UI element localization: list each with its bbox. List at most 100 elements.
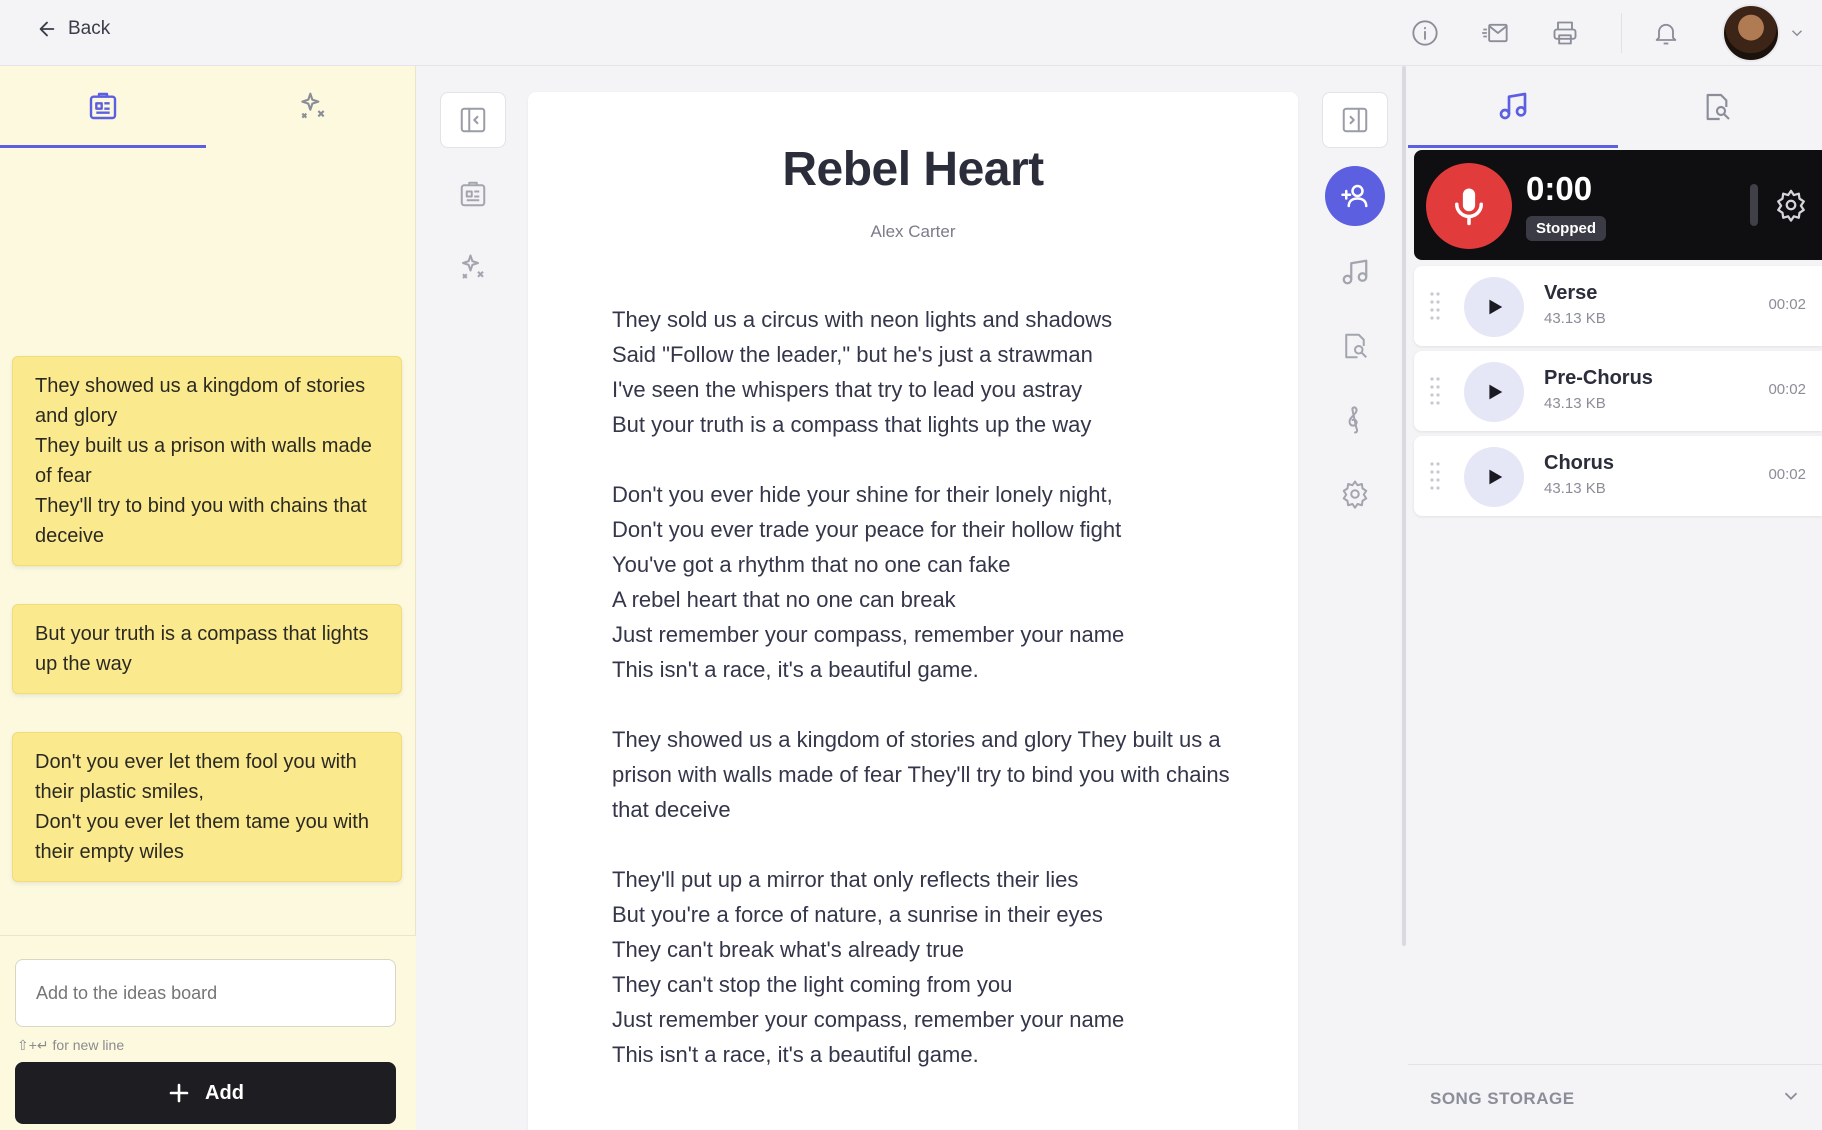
lyric-line[interactable]: This isn't a race, it's a beautiful game… — [612, 1037, 1232, 1072]
recording-name: Chorus — [1544, 452, 1614, 474]
recording-size: 43.13 KB — [1544, 310, 1606, 327]
recordings-tabs — [1408, 66, 1822, 148]
lyric-line[interactable]: You've got a rhythm that no one can fake — [612, 547, 1232, 582]
play-icon — [1489, 469, 1503, 485]
lyric-line[interactable]: A rebel heart that no one can break — [612, 582, 1232, 617]
lyric-line[interactable]: Don't you ever hide your shine for their… — [612, 477, 1232, 512]
voice-recorder: 0:00 Stopped — [1414, 150, 1822, 260]
back-label: Back — [68, 18, 111, 39]
document-search-icon — [1706, 93, 1730, 121]
lyric-line[interactable]: But your truth is a compass that lights … — [612, 407, 1232, 442]
lyric-stanza: They'll put up a mirror that only reflec… — [612, 862, 1232, 1072]
drag-handle-icon[interactable] — [1428, 375, 1442, 407]
newline-hint: ⇧+↵ for new line — [17, 1037, 125, 1053]
back-button[interactable]: Back — [36, 18, 110, 40]
document-search-icon — [1345, 333, 1367, 359]
plus-icon — [169, 1083, 189, 1103]
add-collaborator-button[interactable] — [1325, 166, 1385, 226]
printer-icon[interactable] — [1551, 19, 1579, 47]
chevron-down-icon[interactable] — [1780, 1085, 1802, 1107]
settings-rail-icon[interactable] — [1322, 466, 1388, 522]
play-button[interactable] — [1464, 447, 1524, 507]
board-icon — [89, 92, 117, 119]
lyric-line[interactable]: Said "Follow the leader," but he's just … — [612, 337, 1232, 372]
info-icon[interactable] — [1411, 19, 1439, 47]
add-idea-button[interactable]: Add — [15, 1062, 396, 1124]
lyric-stanza: They showed us a kingdom of stories and … — [612, 722, 1232, 827]
top-actions — [1411, 0, 1822, 66]
recording-name: Verse — [1544, 282, 1598, 304]
lyric-line[interactable]: They sold us a circus with neon lights a… — [612, 302, 1232, 337]
lyric-line[interactable]: They can't stop the light coming from yo… — [612, 967, 1232, 1002]
sidebar-expand-icon — [1342, 107, 1368, 133]
play-icon — [1489, 299, 1503, 315]
search-document-rail-icon[interactable] — [1322, 318, 1388, 374]
song-author: Alex Carter — [870, 222, 956, 241]
recording-size: 43.13 KB — [1544, 480, 1606, 497]
lyric-line[interactable]: Just remember your compass, remember you… — [612, 617, 1232, 652]
input-level-meter — [1750, 184, 1758, 226]
avatar[interactable] — [1722, 4, 1780, 62]
drag-handle-icon[interactable] — [1428, 460, 1442, 492]
bell-icon[interactable] — [1652, 19, 1680, 47]
lyric-line[interactable]: This isn't a race, it's a beautiful game… — [612, 652, 1232, 687]
collapse-right-panel-button[interactable] — [1322, 92, 1388, 148]
board-icon — [460, 181, 486, 207]
recordings-rail-icon[interactable] — [1322, 244, 1388, 300]
recording-duration: 00:02 — [1768, 381, 1806, 398]
lyric-line[interactable]: I've seen the whispers that try to lead … — [612, 372, 1232, 407]
ideas-board-rail-icon[interactable] — [440, 166, 506, 222]
idea-input[interactable] — [15, 959, 396, 1027]
add-label: Add — [205, 1081, 244, 1104]
song-title[interactable]: Rebel Heart — [528, 142, 1298, 197]
panel-resize-handle[interactable] — [1402, 66, 1406, 946]
idea-note[interactable]: But your truth is a compass that lights … — [12, 604, 402, 694]
tab-ai-ideas[interactable] — [210, 66, 416, 148]
lyric-stanza: They sold us a circus with neon lights a… — [612, 302, 1232, 442]
sparkles-icon — [301, 92, 325, 119]
drag-handle-icon[interactable] — [1428, 290, 1442, 322]
lyric-line[interactable]: They can't break what's already true — [612, 932, 1232, 967]
recording-duration: 00:02 — [1768, 466, 1806, 483]
idea-note[interactable]: They showed us a kingdom of stories and … — [12, 356, 402, 566]
recording-item[interactable]: Pre-Chorus 43.13 KB 00:02 — [1414, 351, 1822, 431]
lyric-line[interactable]: Don't you ever trade your peace for thei… — [612, 512, 1232, 547]
ideas-tabs — [0, 66, 416, 148]
recording-item[interactable]: Chorus 43.13 KB 00:02 — [1414, 436, 1822, 516]
treble-clef-rail-icon[interactable] — [1322, 392, 1388, 448]
idea-note[interactable]: Don't you ever let them fool you with th… — [12, 732, 402, 882]
record-button[interactable] — [1426, 163, 1512, 249]
music-note-icon — [1499, 92, 1527, 119]
recording-size: 43.13 KB — [1544, 395, 1606, 412]
play-button[interactable] — [1464, 362, 1524, 422]
lyric-line[interactable]: They'll put up a mirror that only reflec… — [612, 862, 1232, 897]
lyric-line[interactable]: But you're a force of nature, a sunrise … — [612, 897, 1232, 932]
recording-item[interactable]: Verse 43.13 KB 00:02 — [1414, 266, 1822, 346]
sparkles-icon — [462, 254, 484, 279]
send-mail-icon[interactable] — [1481, 19, 1509, 47]
top-bar: Back — [0, 0, 1822, 66]
lyrics-body[interactable]: They sold us a circus with neon lights a… — [612, 302, 1232, 1107]
recording-duration: 00:02 — [1768, 296, 1806, 313]
play-icon — [1489, 384, 1503, 400]
recording-timer: 0:00 — [1526, 170, 1593, 207]
lyric-line[interactable]: They showed us a kingdom of stories and … — [612, 722, 1232, 827]
chevron-down-icon[interactable] — [1788, 24, 1806, 42]
tab-recordings[interactable] — [1408, 66, 1618, 148]
ideas-composer: ⇧+↵ for new line Add — [0, 935, 416, 1130]
microphone-icon — [1455, 188, 1483, 226]
music-note-icon — [1342, 259, 1368, 285]
song-storage-label: SONG STORAGE — [1430, 1089, 1575, 1108]
play-button[interactable] — [1464, 277, 1524, 337]
recording-status-badge: Stopped — [1526, 216, 1606, 241]
tab-document-search[interactable] — [1612, 66, 1822, 148]
recorder-settings-button[interactable] — [1774, 188, 1808, 222]
left-rail — [440, 92, 506, 296]
lyric-line[interactable]: Just remember your compass, remember you… — [612, 1002, 1232, 1037]
tab-ideas-board[interactable] — [0, 66, 206, 148]
lyrics-document[interactable]: Rebel Heart Alex Carter They sold us a c… — [528, 92, 1298, 1130]
song-storage-section[interactable]: SONG STORAGE — [1408, 1064, 1822, 1130]
collapse-left-panel-button[interactable] — [440, 92, 506, 148]
lyric-stanza: Don't you ever hide your shine for their… — [612, 477, 1232, 687]
ai-rail-icon[interactable] — [440, 240, 506, 296]
